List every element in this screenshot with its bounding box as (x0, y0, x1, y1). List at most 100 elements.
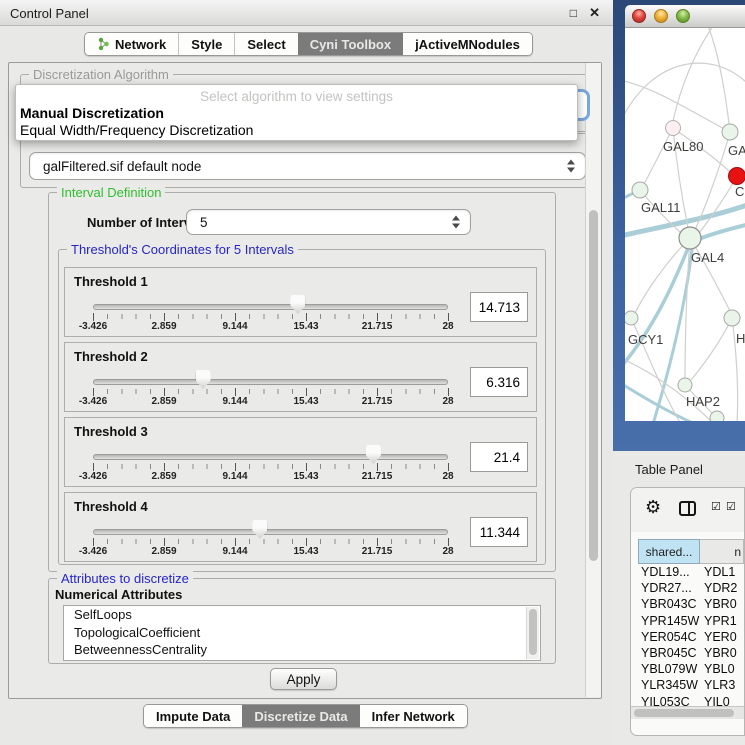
split-columns-icon[interactable] (679, 501, 696, 516)
table-row[interactable]: YDL19...YDL1 (638, 564, 744, 580)
tab-jactivemnodules[interactable]: jActiveMNodules (403, 33, 532, 55)
tab-style[interactable]: Style (178, 33, 234, 55)
list-item[interactable]: BetweennessCentrality (64, 641, 540, 659)
zoom-window-icon[interactable] (676, 9, 690, 23)
control-panel-titlebar: Control Panel □ ✕ (0, 0, 613, 26)
slider-handle[interactable] (290, 295, 305, 314)
threshold-value-field[interactable]: 6.316 (470, 367, 528, 397)
table-row[interactable]: YER054CYER0 (638, 629, 744, 645)
tab-impute-data[interactable]: Impute Data (144, 705, 242, 727)
node-ga[interactable] (722, 124, 738, 140)
close-icon[interactable]: ✕ (589, 5, 600, 21)
table-row[interactable]: YBR045CYBR0 (638, 645, 744, 661)
node-label: GCY1 (628, 332, 663, 347)
network-view-canvas[interactable]: GAL80 GA C GAL11 GAL4 GCY1 H HAP2 (625, 28, 745, 421)
number-of-intervals-combo[interactable]: 5 (186, 209, 471, 235)
slider-handle[interactable] (366, 445, 381, 464)
table-data-combo[interactable]: galFiltered.sif default node (29, 152, 586, 180)
table-horizontal-scrollbar[interactable] (631, 706, 744, 719)
table-cell[interactable]: YDL1 (704, 565, 744, 579)
table-cell[interactable]: YDR2 (704, 581, 744, 595)
table-cell[interactable]: YIL0 (704, 695, 744, 706)
tab-select[interactable]: Select (234, 33, 297, 55)
column-header-shared-name[interactable]: shared... (638, 539, 700, 564)
node-partial[interactable] (710, 411, 724, 421)
node-label: HAP2 (686, 394, 720, 409)
apply-button[interactable]: Apply (270, 668, 337, 690)
table-cell[interactable]: YBL0 (704, 662, 744, 676)
threshold-value-field[interactable]: 21.4 (470, 442, 528, 472)
tab-cyni-toolbox[interactable]: Cyni Toolbox (298, 33, 403, 55)
algorithm-option-equal-width[interactable]: Equal Width/Frequency Discretization (20, 122, 573, 138)
table-cell[interactable]: YBL079W (638, 662, 704, 676)
node-gcy1[interactable] (625, 311, 638, 325)
list-item[interactable]: TopologicalCoefficient (64, 624, 540, 642)
node-gal11[interactable] (632, 182, 648, 198)
table-toolbar: ⚙ ☑ ☑ (631, 488, 744, 532)
slider-major-ticks (93, 538, 448, 546)
slider-major-ticks (93, 313, 448, 321)
checkbox-icon[interactable]: ☑ (726, 500, 736, 513)
float-window-icon[interactable]: □ (570, 6, 577, 20)
slider-tick-labels: -3.4262.8599.14415.4321.71528 (93, 396, 448, 408)
column-header-name[interactable]: n (700, 539, 744, 564)
checkbox-icon[interactable]: ☑ (711, 500, 721, 513)
table-cell[interactable]: YER0 (704, 630, 744, 644)
table-cell[interactable]: YPR1 (704, 614, 744, 628)
table-cell[interactable]: YBR0 (704, 646, 744, 660)
threshold-slider[interactable] (93, 304, 448, 310)
axis-tick-label: 21.715 (362, 321, 393, 332)
node-h[interactable] (724, 310, 740, 326)
table-cell[interactable]: YDR27... (638, 581, 704, 595)
gear-icon[interactable]: ⚙ (645, 497, 661, 518)
algorithm-dropdown-popup: Select algorithm to view settings Manual… (15, 84, 578, 141)
node-gal4[interactable] (679, 227, 701, 249)
threshold-label: Threshold 1 (74, 274, 148, 289)
axis-tick-label: 15.43 (293, 396, 318, 407)
table-cell[interactable]: YLR345W (638, 678, 704, 692)
table-row[interactable]: YDR27...YDR2 (638, 580, 744, 596)
threshold-value-field[interactable]: 11.344 (470, 517, 528, 547)
table-row[interactable]: YIL053CYIL0 (638, 694, 744, 707)
tab-network[interactable]: Network (85, 33, 178, 55)
slider-handle[interactable] (196, 370, 211, 389)
table-cell[interactable]: YDL19... (638, 565, 704, 579)
threshold-slider[interactable] (93, 529, 448, 535)
list-item[interactable]: SelfLoops (64, 606, 540, 624)
table-cell[interactable]: YIL053C (638, 695, 704, 706)
table-row[interactable]: YLR345WYLR3 (638, 677, 744, 693)
table-row[interactable]: YPR145WYPR1 (638, 613, 744, 629)
table-cell[interactable]: YLR3 (704, 678, 744, 692)
minimize-window-icon[interactable] (654, 9, 668, 23)
tab-discretize-data[interactable]: Discretize Data (242, 705, 359, 727)
table-cell[interactable]: YBR0 (704, 597, 744, 611)
close-window-icon[interactable] (632, 9, 646, 23)
threshold-slider[interactable] (93, 454, 448, 460)
node-selected-red[interactable] (729, 168, 745, 185)
threshold-value-field[interactable]: 14.713 (470, 292, 528, 322)
table-cell[interactable]: YPR145W (638, 614, 704, 628)
table-row[interactable]: YBL079WYBL0 (638, 661, 744, 677)
main-panel-scrollbar[interactable] (585, 63, 601, 697)
table-cell[interactable]: YER054C (638, 630, 704, 644)
threshold-slider[interactable] (93, 379, 448, 385)
scrollbar-thumb[interactable] (589, 210, 598, 561)
slider-tick-labels: -3.4262.8599.14415.4321.71528 (93, 321, 448, 333)
scrollbar-thumb[interactable] (634, 709, 734, 717)
slider-handle[interactable] (252, 520, 267, 539)
numerical-attributes-list[interactable]: SelfLoopsTopologicalCoefficientBetweenne… (63, 605, 541, 661)
table-row[interactable]: YBR043CYBR0 (638, 596, 744, 612)
table-cell[interactable]: YBR043C (638, 597, 704, 611)
threshold-coordinates-label: Threshold's Coordinates for 5 Intervals (67, 242, 298, 257)
numerical-attributes-label: Numerical Attributes (55, 587, 182, 602)
algorithm-option-manual[interactable]: Manual Discretization (20, 105, 573, 121)
interval-definition-group: Interval Definition Number of Intervals … (48, 192, 556, 572)
attributes-group-label: Attributes to discretize (57, 571, 193, 586)
table-cell[interactable]: YBR045C (638, 646, 704, 660)
scrollbar-thumb[interactable] (529, 609, 537, 655)
node-gal80[interactable] (666, 121, 681, 136)
tab-infer-network[interactable]: Infer Network (360, 705, 467, 727)
axis-tick-label: 9.144 (222, 321, 247, 332)
node-hap2[interactable] (678, 378, 692, 392)
attributes-list-scrollbar[interactable] (526, 607, 539, 659)
